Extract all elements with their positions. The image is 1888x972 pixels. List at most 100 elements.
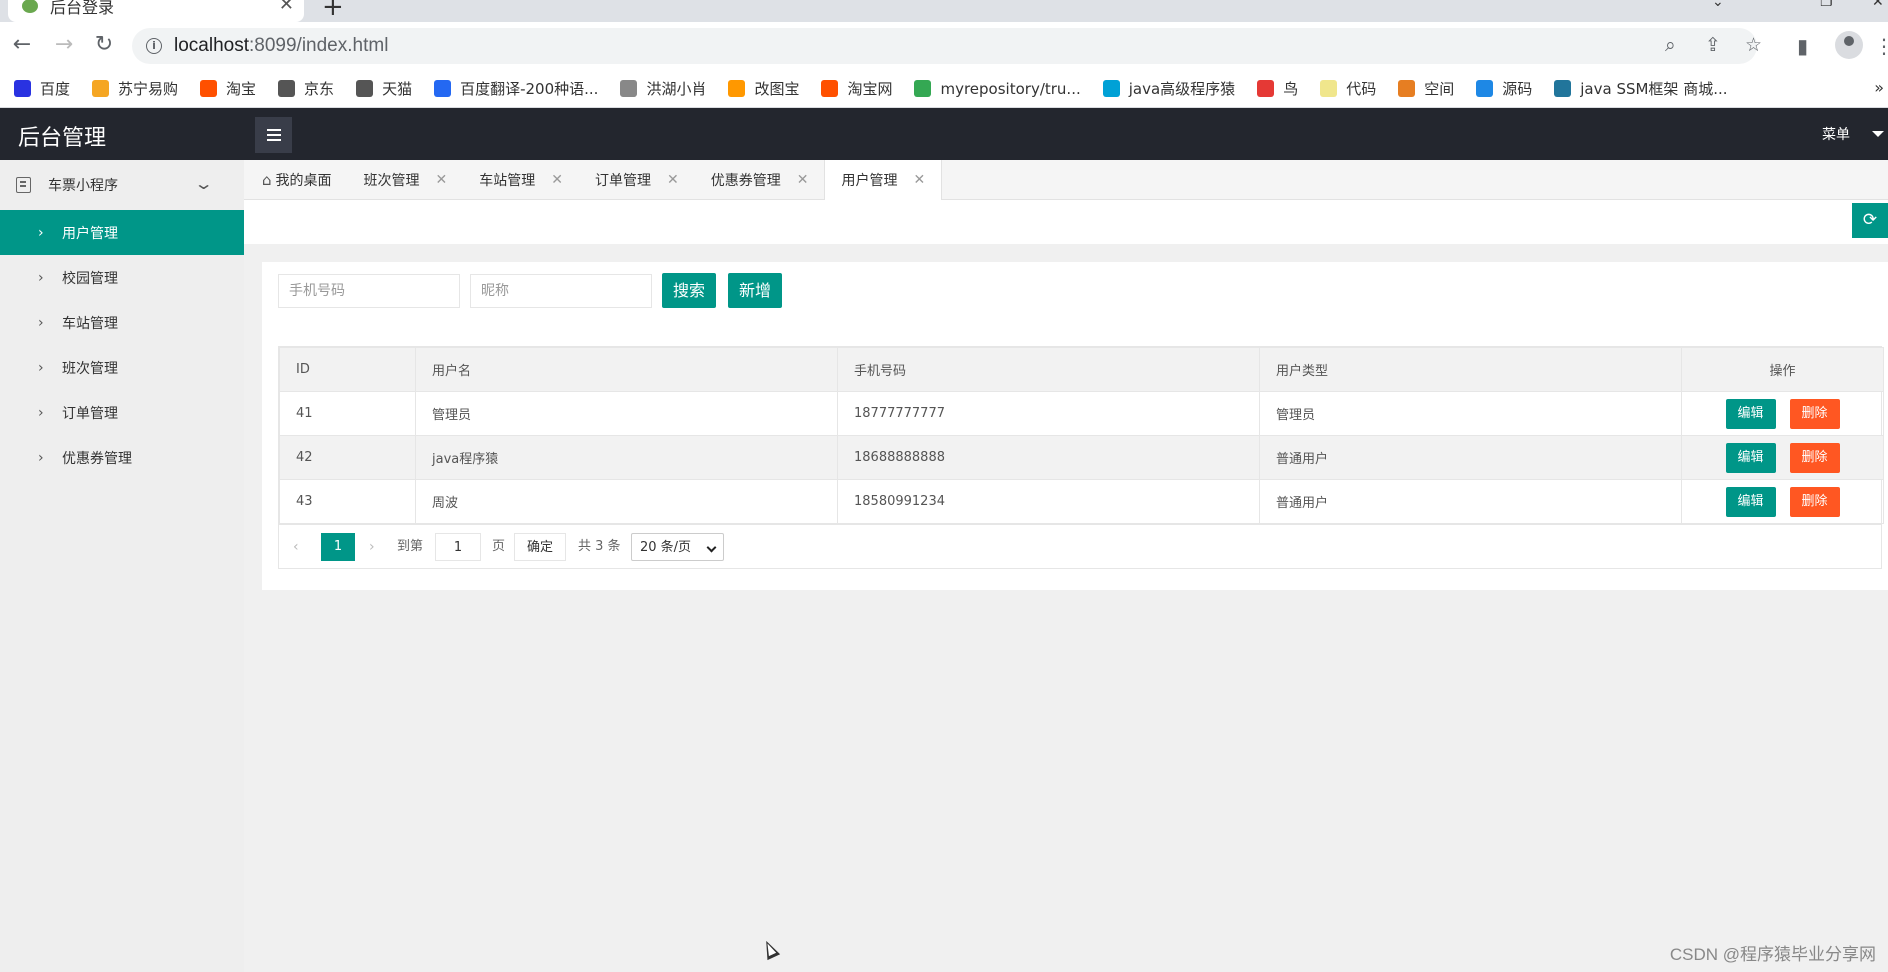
bookmark-item[interactable]: java SSM框架 商城...	[1554, 78, 1728, 99]
bookmark-label: 代码	[1346, 80, 1377, 98]
bookmark-item[interactable]: myrepository/tru...	[914, 80, 1081, 98]
bookmark-label: java高级程序猿	[1128, 80, 1236, 98]
cell-actions: 编辑 删除	[1681, 435, 1884, 480]
bookmark-item[interactable]: 洪湖小肖	[620, 78, 706, 99]
menu-toggle-button[interactable]	[255, 117, 292, 153]
sidebar-item[interactable]: › 车站管理	[0, 300, 244, 345]
cell-phone: 18777777777	[837, 391, 1260, 436]
bookmark-item[interactable]: 改图宝	[728, 78, 799, 99]
sidebar-item[interactable]: › 优惠券管理	[0, 435, 244, 480]
page-tab-label: 优惠券管理	[710, 173, 781, 189]
page-size-select[interactable]: 20 条/页	[631, 533, 724, 561]
page-tab[interactable]: ⌂ 我的桌面	[244, 160, 348, 200]
column-header: 用户名	[415, 347, 838, 392]
new-tab-icon[interactable]: +	[322, 0, 344, 22]
search-button[interactable]: 搜索	[662, 273, 717, 308]
close-tab-icon[interactable]: ✕	[913, 172, 925, 188]
browser-tabstrip: 后台登录 ✕ + ⌄ ❐ ✕	[0, 0, 1888, 22]
page-tab-label: 用户管理	[841, 173, 898, 189]
sidebar-group-ticket-app[interactable]: 车票小程序 ⌄	[0, 160, 244, 210]
table-row: 42 java程序猿 18688888888 普通用户 编辑 删除	[279, 435, 1884, 480]
bookmark-item[interactable]: 京东	[278, 78, 334, 99]
goto-page-input[interactable]: 1	[435, 533, 481, 561]
bookmark-favicon-icon	[1398, 80, 1416, 97]
bookmark-item[interactable]: 百度翻译-200种语...	[434, 78, 598, 99]
bookmark-label: java SSM框架 商城...	[1580, 80, 1728, 98]
chevron-right-icon: ›	[38, 224, 44, 241]
side-panel-icon[interactable]: ▮	[1797, 34, 1808, 58]
bookmark-item[interactable]: 天猫	[356, 78, 412, 99]
close-window-icon[interactable]: ✕	[1872, 0, 1884, 10]
add-button[interactable]: 新增	[728, 273, 783, 308]
sidebar-item-label: 优惠券管理	[62, 450, 132, 467]
sidebar-item[interactable]: › 校园管理	[0, 255, 244, 300]
sidebar-item[interactable]: › 班次管理	[0, 345, 244, 390]
bookmark-favicon-icon	[1554, 80, 1572, 97]
next-page-icon[interactable]: ›	[369, 533, 375, 561]
forward-icon[interactable]: →	[50, 32, 78, 58]
bookmark-favicon-icon	[1257, 80, 1275, 97]
kebab-menu-icon[interactable]: ⋮	[1874, 34, 1888, 58]
bookmark-item[interactable]: 苏宁易购	[92, 78, 178, 99]
edit-button[interactable]: 编辑	[1725, 398, 1776, 429]
sidebar-item[interactable]: › 订单管理	[0, 390, 244, 435]
bookmark-star-icon[interactable]: ☆	[1745, 34, 1762, 56]
bookmark-item[interactable]: 源码	[1476, 78, 1532, 99]
header-menu[interactable]: 菜单	[1822, 124, 1850, 144]
edit-button[interactable]: 编辑	[1725, 442, 1776, 473]
bookmark-item[interactable]: 鸟	[1257, 78, 1298, 99]
close-tab-icon[interactable]: ✕	[436, 172, 448, 188]
prev-page-icon[interactable]: ‹	[293, 533, 299, 561]
bookmark-item[interactable]: java高级程序猿	[1102, 78, 1236, 99]
page-tab[interactable]: 订单管理 ✕	[579, 160, 695, 200]
close-tab-icon[interactable]: ✕	[551, 172, 563, 188]
restore-window-icon[interactable]: ❐	[1820, 0, 1833, 10]
close-tab-icon[interactable]: ✕	[797, 172, 809, 188]
bookmark-item[interactable]: 淘宝	[200, 78, 256, 99]
page-tab[interactable]: 用户管理 ✕	[824, 160, 943, 200]
bookmark-item[interactable]: 百度	[14, 78, 70, 99]
chevron-down-icon: ⌄	[193, 174, 214, 193]
cell-id: 42	[279, 435, 416, 480]
phone-search-input[interactable]	[278, 274, 460, 308]
site-info-icon[interactable]: i	[146, 38, 162, 54]
bookmark-item[interactable]: 淘宝网	[821, 78, 892, 99]
bookmark-favicon-icon	[620, 80, 638, 97]
zoom-icon[interactable]: ⌕	[1665, 34, 1676, 56]
cell-user-type: 普通用户	[1259, 435, 1682, 480]
cell-actions: 编辑 删除	[1681, 391, 1884, 436]
bookmark-favicon-icon	[434, 80, 452, 97]
sidebar-item[interactable]: › 用户管理	[0, 210, 244, 255]
share-icon[interactable]: ⇪	[1705, 34, 1721, 56]
reload-icon[interactable]: ↻	[90, 32, 118, 58]
bookmark-favicon-icon	[728, 80, 746, 97]
column-header: ID	[279, 347, 416, 392]
close-tab-icon[interactable]: ✕	[667, 172, 679, 188]
edit-button[interactable]: 编辑	[1725, 486, 1776, 517]
close-tab-icon[interactable]: ✕	[279, 0, 294, 15]
back-icon[interactable]: ←	[8, 32, 36, 58]
page-tab[interactable]: 优惠券管理 ✕	[695, 160, 825, 200]
delete-button[interactable]: 删除	[1789, 486, 1840, 517]
url-text[interactable]: localhost:8099/index.html	[174, 35, 388, 57]
page-current[interactable]: 1	[321, 533, 355, 561]
delete-button[interactable]: 删除	[1789, 442, 1840, 473]
nickname-search-input[interactable]	[470, 274, 652, 308]
goto-confirm-button[interactable]: 确定	[514, 533, 566, 561]
bookmark-label: 天猫	[382, 80, 413, 98]
chevron-down-icon[interactable]: ⌄	[1712, 0, 1724, 10]
browser-tab[interactable]: 后台登录 ✕	[8, 0, 304, 22]
bookmark-favicon-icon	[356, 80, 374, 97]
bookmark-item[interactable]: 空间	[1398, 78, 1454, 99]
profile-avatar-icon[interactable]	[1835, 31, 1863, 59]
caret-down-icon[interactable]	[1872, 131, 1884, 137]
bookmark-item[interactable]: 代码	[1320, 78, 1376, 99]
bookmarks-more-icon[interactable]: »	[1874, 78, 1884, 97]
refresh-button[interactable]: ⟳	[1852, 203, 1888, 238]
page-tab[interactable]: 车站管理 ✕	[463, 160, 579, 200]
delete-button[interactable]: 删除	[1789, 398, 1840, 429]
address-bar[interactable]: i localhost:8099/index.html ⌕ ⇪ ☆	[132, 28, 1762, 64]
sidebar-group-label: 车票小程序	[48, 178, 118, 194]
page-tab[interactable]: 班次管理 ✕	[348, 160, 464, 200]
bookmark-label: 百度翻译-200种语...	[460, 80, 599, 98]
